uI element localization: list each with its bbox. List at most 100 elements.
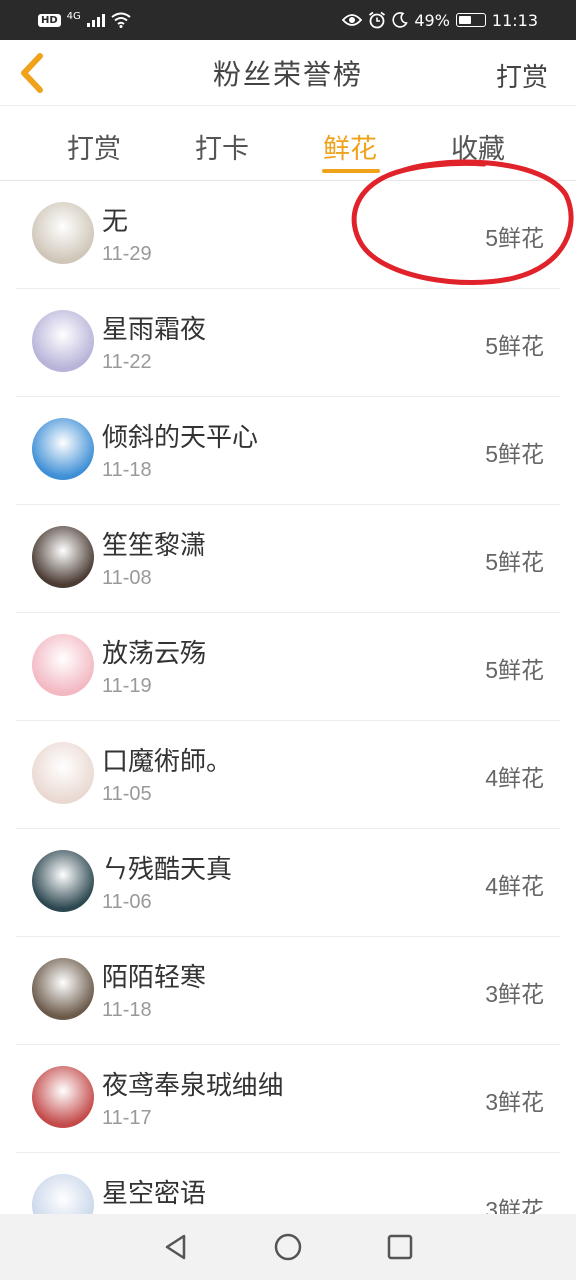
- list-item[interactable]: 星雨霜夜 11-22 5鲜花: [0, 289, 576, 397]
- fan-date: 11-05: [102, 783, 152, 805]
- eye-icon: [342, 14, 363, 26]
- tab-reward[interactable]: 打赏: [67, 127, 121, 166]
- avatar[interactable]: [32, 526, 94, 588]
- square-recents-icon: [387, 1234, 413, 1260]
- flower-count-unit: 鲜花: [498, 1198, 544, 1214]
- battery-icon: [455, 13, 486, 27]
- flower-count-unit: 鲜花: [498, 982, 544, 1008]
- avatar[interactable]: [32, 202, 94, 264]
- flower-count-unit: 鲜花: [498, 226, 544, 252]
- avatar[interactable]: [32, 850, 94, 912]
- list-item[interactable]: 笙笙黎潇 11-08 5鲜花: [0, 505, 576, 613]
- list-item[interactable]: 夜鸢奉泉珬䌷䌷 11-17 3鲜花: [0, 1045, 576, 1153]
- clock: 11:13: [491, 10, 538, 30]
- flower-count-number: 5: [485, 333, 498, 359]
- flower-count-unit: 鲜花: [498, 1090, 544, 1116]
- status-left: HD 4G: [38, 10, 131, 28]
- fan-date: 11-18: [102, 999, 152, 1021]
- avatar[interactable]: [32, 418, 94, 480]
- avatar[interactable]: [32, 958, 94, 1020]
- nav-recents-button[interactable]: [378, 1225, 422, 1269]
- moon-icon: [392, 12, 409, 28]
- avatar[interactable]: [32, 1174, 94, 1214]
- flower-count: 5鲜花: [485, 219, 544, 253]
- fan-name: 星空密语: [102, 1179, 207, 1209]
- avatar[interactable]: [32, 1066, 94, 1128]
- fan-name: 倾斜的天平心: [102, 423, 259, 453]
- tab-favorites[interactable]: 收藏: [451, 127, 505, 166]
- fan-date: 11-18: [102, 459, 152, 481]
- status-bar: HD 4G 49% 11:13: [0, 0, 576, 40]
- fan-date: 11-08: [102, 567, 152, 589]
- active-tab-indicator: [322, 169, 380, 173]
- back-button[interactable]: [12, 50, 52, 96]
- flower-count-number: 4: [485, 765, 498, 791]
- flower-count: 4鲜花: [485, 759, 544, 793]
- flower-count: 3鲜花: [485, 1191, 544, 1214]
- flower-count: 4鲜花: [485, 867, 544, 901]
- flower-count-number: 3: [485, 981, 498, 1007]
- tab-bar: 打赏 打卡 鲜花 收藏: [0, 107, 576, 181]
- chevron-left-icon: [21, 53, 43, 93]
- triangle-back-icon: [165, 1234, 186, 1260]
- signal-icon: [86, 14, 105, 27]
- alarm-icon: [369, 11, 386, 29]
- flower-count: 3鲜花: [485, 975, 544, 1009]
- fan-name: 陌陌轻寒: [102, 963, 207, 993]
- flower-count-number: 5: [485, 441, 498, 467]
- flower-count-unit: 鲜花: [498, 334, 544, 360]
- battery-level: [458, 16, 471, 24]
- flower-count-unit: 鲜花: [498, 442, 544, 468]
- list-item[interactable]: 星空密语 3鲜花: [0, 1153, 576, 1214]
- app-header: 粉丝荣誉榜 打赏: [0, 40, 576, 106]
- fan-name: 无: [102, 207, 129, 237]
- circle-home-icon: [274, 1233, 302, 1261]
- flower-count-unit: 鲜花: [498, 766, 544, 792]
- list-item[interactable]: 口魔術師。 11-05 4鲜花: [0, 721, 576, 829]
- nav-home-button[interactable]: [266, 1225, 310, 1269]
- avatar[interactable]: [32, 310, 94, 372]
- flower-count-number: 5: [485, 225, 498, 251]
- page-title: 粉丝荣誉榜: [212, 57, 363, 91]
- fan-date: 11-29: [102, 243, 152, 265]
- fan-name: 放荡云殇: [102, 639, 207, 669]
- fan-list[interactable]: 无 11-29 5鲜花 星雨霜夜 11-22 5鲜花 倾斜的天平心 11-18 5鲜花 笙笙黎潇 1…: [0, 181, 576, 1214]
- flower-count-unit: 鲜花: [498, 874, 544, 900]
- avatar[interactable]: [32, 634, 94, 696]
- fan-name: 夜鸢奉泉珬䌷䌷: [102, 1071, 285, 1101]
- fan-name: 笙笙黎潇: [102, 531, 207, 561]
- list-item[interactable]: 陌陌轻寒 11-18 3鲜花: [0, 937, 576, 1045]
- network-type: 4G: [66, 10, 81, 22]
- fan-date: 11-22: [102, 351, 152, 373]
- fan-name: 星雨霜夜: [102, 315, 207, 345]
- nav-back-button[interactable]: [154, 1225, 198, 1269]
- wifi-icon: [111, 12, 131, 28]
- list-item[interactable]: 放荡云殇 11-19 5鲜花: [0, 613, 576, 721]
- flower-count-unit: 鲜花: [498, 658, 544, 684]
- avatar[interactable]: [32, 742, 94, 804]
- fan-name: 口魔術師。: [102, 747, 233, 777]
- tab-checkin[interactable]: 打卡: [195, 127, 249, 166]
- flower-count-number: 5: [485, 549, 498, 575]
- flower-count-number: 3: [485, 1089, 498, 1115]
- list-item[interactable]: 无 11-29 5鲜花: [0, 181, 576, 289]
- flower-count-number: 5: [485, 657, 498, 683]
- flower-count: 5鲜花: [485, 435, 544, 469]
- fan-date: 11-17: [102, 1107, 152, 1129]
- list-item[interactable]: ㄣ残酷天真 11-06 4鲜花: [0, 829, 576, 937]
- flower-count-number: 3: [485, 1197, 498, 1214]
- battery-percent: 49%: [414, 10, 450, 30]
- tab-flowers[interactable]: 鲜花: [323, 127, 377, 166]
- list-item[interactable]: 倾斜的天平心 11-18 5鲜花: [0, 397, 576, 505]
- flower-count: 5鲜花: [485, 651, 544, 685]
- fan-date: 11-06: [102, 891, 152, 913]
- flower-count-unit: 鲜花: [498, 550, 544, 576]
- reward-button[interactable]: 打赏: [496, 57, 548, 94]
- flower-count: 3鲜花: [485, 1083, 544, 1117]
- fan-name: ㄣ残酷天真: [102, 855, 233, 885]
- hd-badge: HD: [38, 13, 61, 27]
- system-nav-bar: [0, 1214, 576, 1280]
- status-right: 49% 11:13: [342, 11, 538, 30]
- flower-count: 5鲜花: [485, 543, 544, 577]
- flower-count: 5鲜花: [485, 327, 544, 361]
